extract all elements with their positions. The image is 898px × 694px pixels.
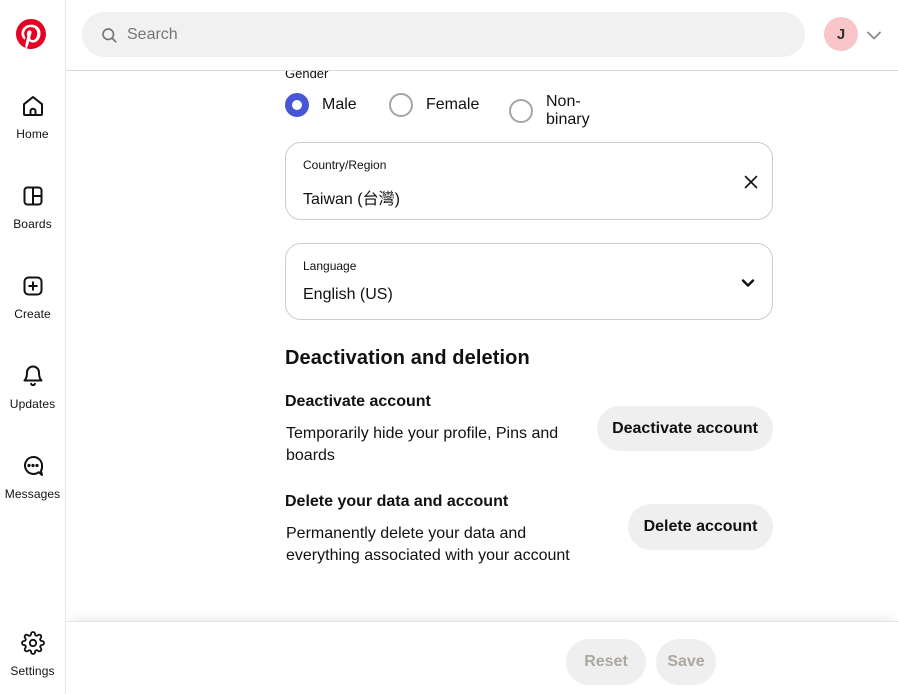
radio-selected-icon	[285, 93, 309, 117]
save-button[interactable]: Save	[656, 639, 716, 685]
country-region-label: Country/Region	[303, 158, 386, 172]
deactivate-account-button[interactable]: Deactivate account	[597, 406, 773, 451]
sidebar-item-label: Boards	[13, 217, 52, 231]
search-bar[interactable]	[82, 12, 805, 57]
settings-footer: Reset Save	[66, 621, 898, 694]
radio-option-nonbinary[interactable]: Non-binary	[509, 93, 590, 129]
account-chevron-down-icon[interactable]	[866, 28, 882, 47]
sidebar-item-label: Updates	[10, 397, 55, 411]
pinterest-logo[interactable]	[16, 19, 46, 49]
search-input[interactable]	[127, 26, 797, 44]
sidebar-item-settings[interactable]: Settings	[0, 631, 65, 678]
sidebar-item-label: Home	[16, 127, 48, 141]
delete-account-description: Permanently delete your data and everyth…	[286, 523, 601, 567]
language-select[interactable]: Language English (US)	[285, 243, 773, 320]
reset-button[interactable]: Reset	[566, 639, 646, 685]
pinterest-logo-icon	[16, 19, 46, 49]
sidebar-item-label: Settings	[10, 664, 54, 678]
sidebar: Home Boards Create Updates	[0, 0, 66, 694]
settings-content: Gender Male Female Non-binary Country/Re…	[0, 0, 898, 694]
home-icon	[21, 94, 45, 118]
radio-option-male[interactable]: Male	[285, 93, 357, 117]
bell-icon	[21, 364, 45, 388]
deactivate-account-title: Deactivate account	[285, 393, 431, 411]
radio-unselected-icon	[389, 93, 413, 117]
top-header: J	[66, 0, 898, 71]
radio-unselected-icon	[509, 99, 533, 123]
sidebar-item-create[interactable]: Create	[0, 274, 65, 321]
boards-icon	[21, 184, 45, 208]
pinterest-settings-page: Home Boards Create Updates	[0, 0, 898, 694]
radio-option-label: Male	[322, 96, 357, 114]
deactivation-section-heading: Deactivation and deletion	[285, 347, 530, 370]
delete-account-button[interactable]: Delete account	[628, 504, 773, 550]
create-icon	[21, 274, 45, 298]
delete-account-title: Delete your data and account	[285, 493, 508, 511]
sidebar-item-updates[interactable]: Updates	[0, 364, 65, 411]
deactivate-account-description: Temporarily hide your profile, Pins and …	[286, 423, 586, 467]
country-region-value: Taiwan (台灣)	[303, 185, 400, 209]
language-label: Language	[303, 259, 356, 273]
sidebar-item-label: Messages	[5, 487, 61, 501]
radio-option-female[interactable]: Female	[389, 93, 479, 117]
sidebar-item-boards[interactable]: Boards	[0, 184, 65, 231]
chevron-down-icon	[740, 275, 756, 296]
sidebar-item-messages[interactable]: Messages	[0, 454, 65, 501]
close-icon	[743, 174, 759, 190]
search-icon	[100, 26, 118, 44]
clear-country-button[interactable]	[742, 174, 760, 192]
language-value: English (US)	[303, 286, 393, 304]
messages-icon	[21, 454, 45, 478]
avatar[interactable]: J	[824, 17, 858, 51]
gear-icon	[21, 631, 45, 655]
sidebar-item-label: Create	[14, 307, 51, 321]
radio-option-label: Female	[426, 96, 479, 114]
country-region-field[interactable]: Country/Region Taiwan (台灣)	[285, 142, 773, 220]
radio-option-label: Non-binary	[546, 93, 590, 129]
sidebar-item-home[interactable]: Home	[0, 94, 65, 141]
